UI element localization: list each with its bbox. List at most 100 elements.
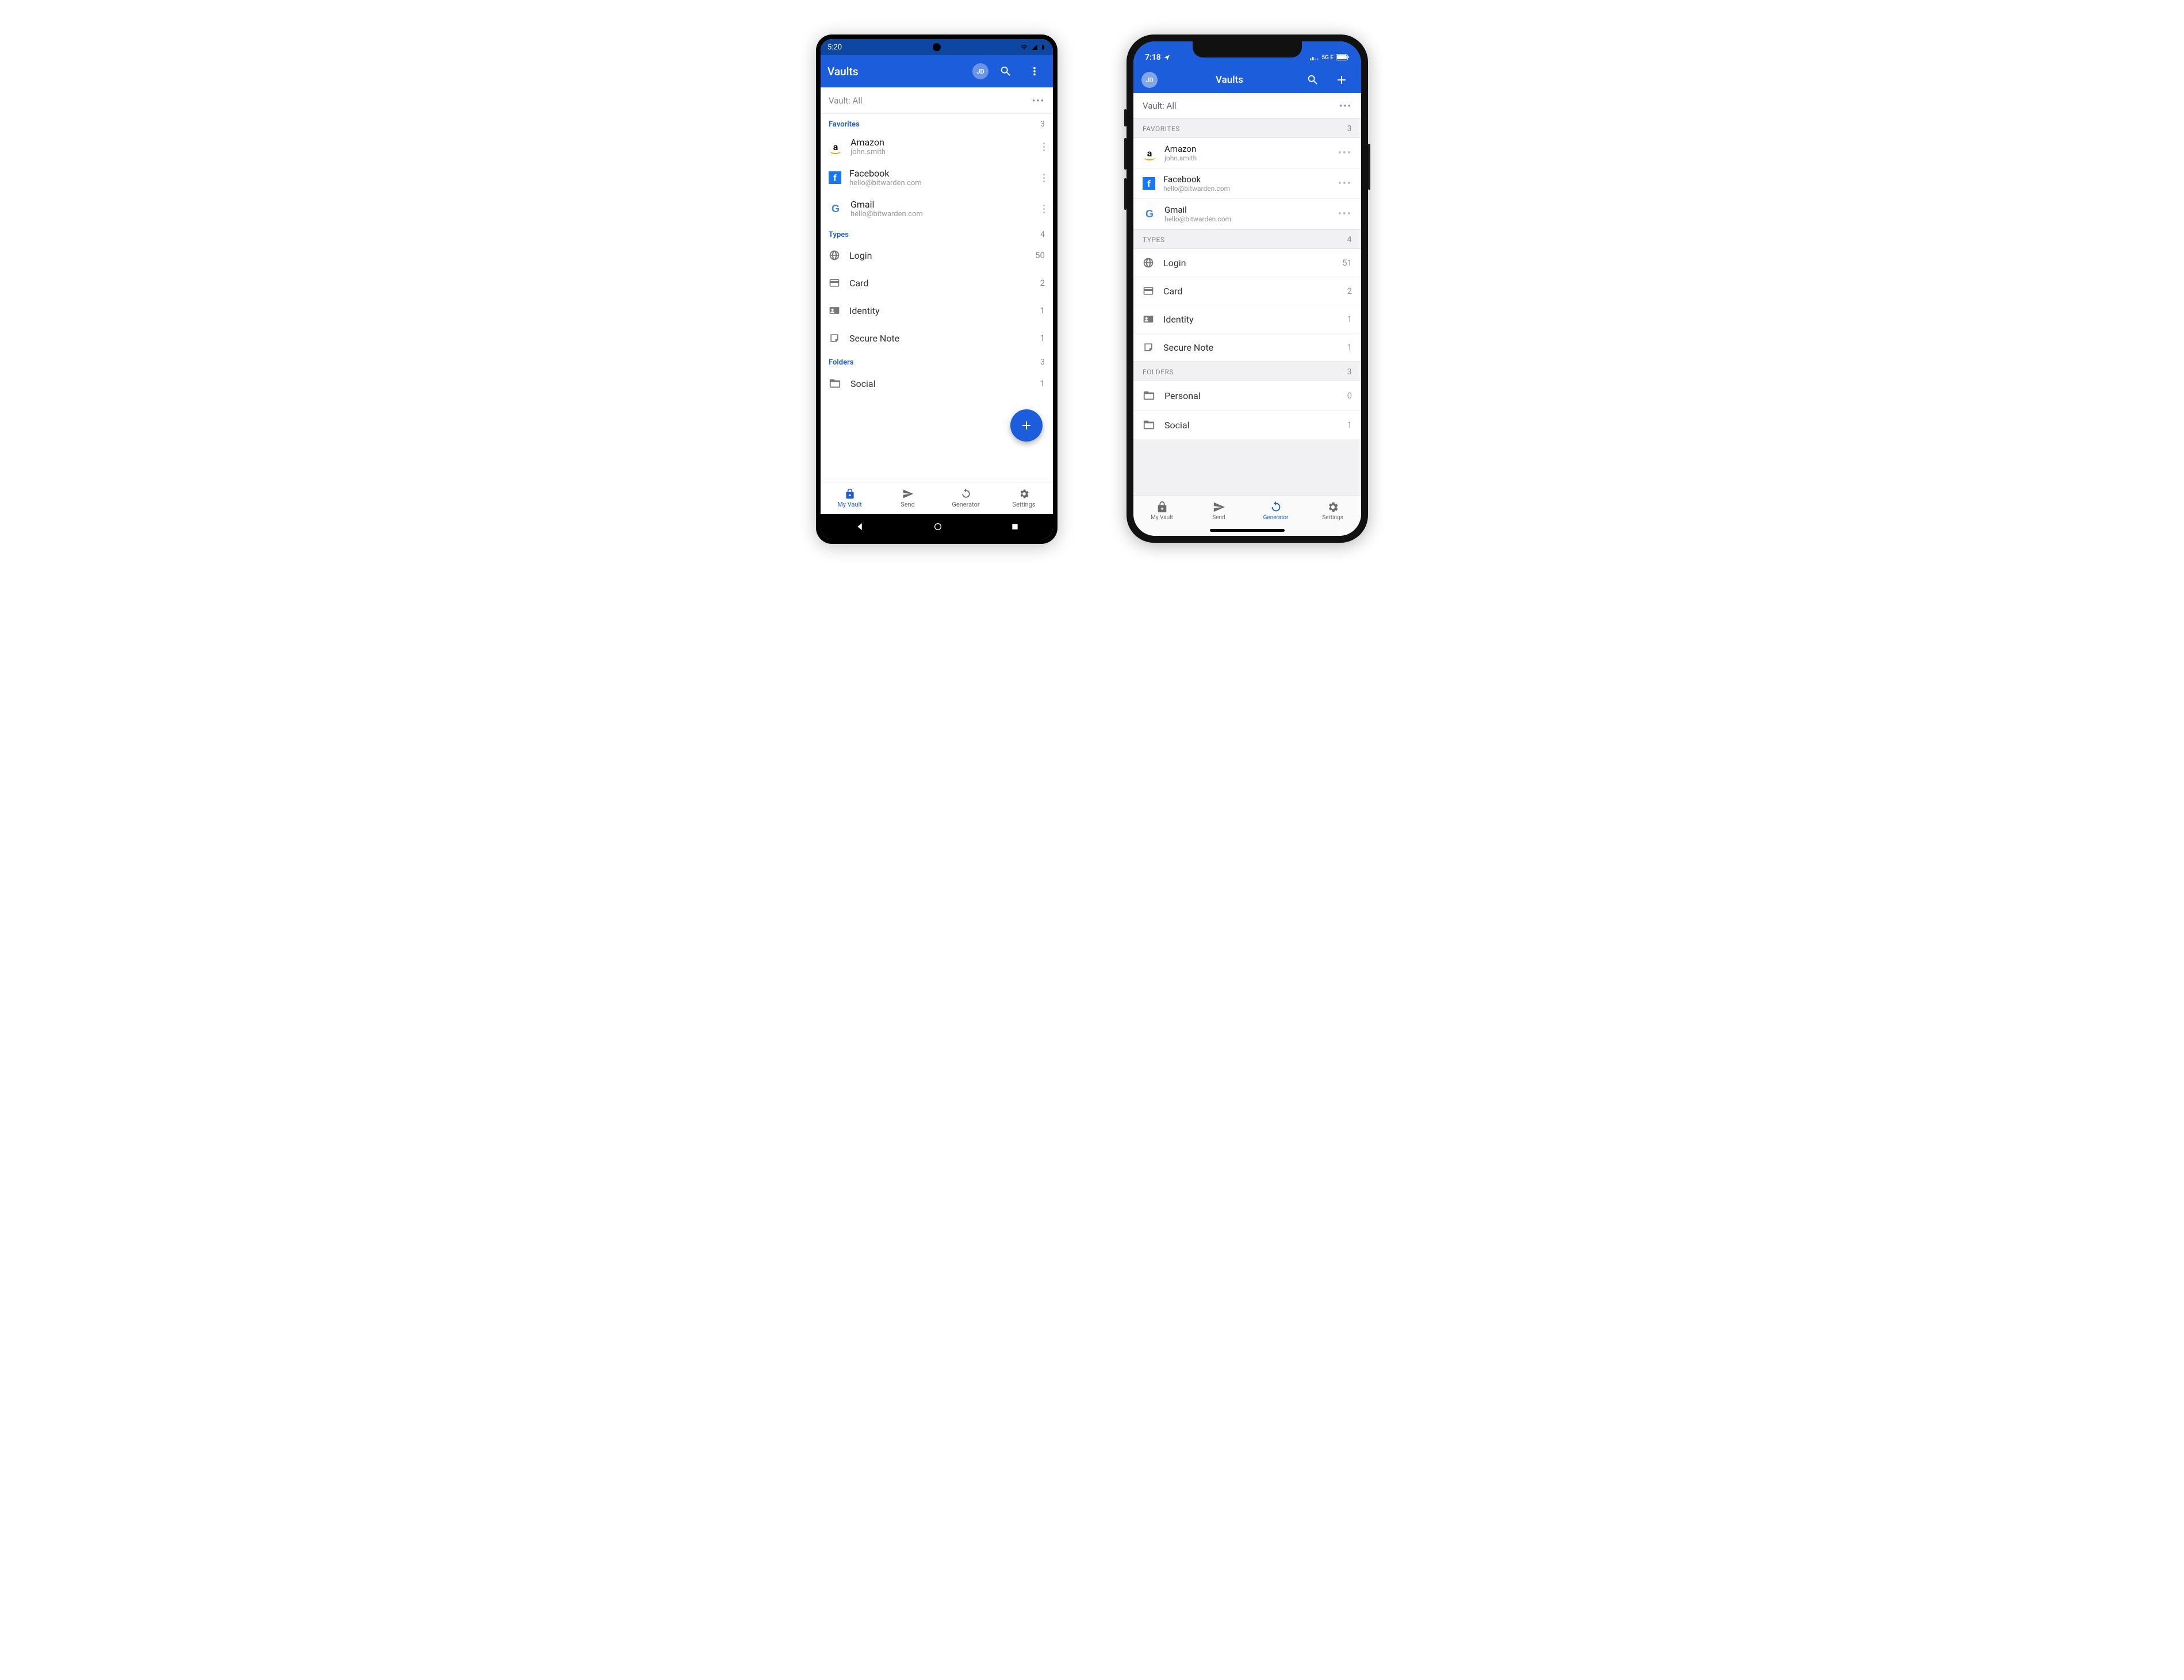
item-options-button[interactable]: ••• — [1338, 178, 1352, 190]
nav-generator[interactable]: Generator — [937, 482, 995, 514]
type-count: 1 — [1347, 314, 1352, 324]
section-types-header: Types 4 — [821, 224, 1053, 241]
section-title: TYPES — [1143, 236, 1164, 244]
home-softkey[interactable] — [933, 522, 942, 531]
battery-icon — [1336, 54, 1350, 61]
type-count: 1 — [1347, 342, 1352, 352]
nav-label: My Vault — [837, 501, 862, 508]
type-card[interactable]: Card 2 — [1133, 277, 1361, 305]
item-options-button[interactable] — [1043, 143, 1045, 151]
tab-label: Generator — [1263, 515, 1289, 521]
notch — [1193, 41, 1302, 57]
item-options-button[interactable] — [1043, 205, 1045, 213]
nav-settings[interactable]: Settings — [995, 482, 1053, 514]
gear-icon — [1018, 488, 1030, 500]
search-icon — [999, 65, 1012, 78]
content-scroll[interactable]: Vault: All ••• Favorites 3 a Amazon john… — [821, 87, 1053, 482]
home-indicator[interactable] — [1210, 529, 1285, 532]
type-secure-note[interactable]: Secure Note 1 — [821, 324, 1053, 352]
folder-name: Social — [1164, 420, 1189, 431]
type-card[interactable]: Card 2 — [821, 269, 1053, 297]
tab-send[interactable]: Send — [1190, 496, 1247, 526]
type-secure-note[interactable]: Secure Note 1 — [1133, 333, 1361, 362]
type-name: Secure Note — [1163, 342, 1213, 353]
type-name: Card — [849, 278, 868, 289]
facebook-icon: f — [1143, 177, 1155, 190]
folder-social[interactable]: Social 1 — [821, 369, 1053, 398]
signal-icon — [1310, 55, 1319, 60]
item-name: Amazon — [1164, 144, 1330, 154]
tab-my-vault[interactable]: My Vault — [1133, 496, 1190, 526]
plus-icon — [1020, 419, 1033, 432]
back-softkey[interactable] — [855, 521, 865, 532]
type-name: Login — [1163, 258, 1186, 269]
search-icon — [1306, 74, 1319, 86]
recents-softkey[interactable] — [1011, 523, 1019, 531]
signal-icon — [1030, 44, 1039, 51]
folder-name: Personal — [1164, 390, 1201, 401]
plus-icon — [1335, 73, 1348, 87]
item-subtitle: hello@bitwarden.com — [850, 210, 1035, 218]
app-bar: Vaults JD — [821, 55, 1053, 87]
section-types-header: TYPES 4 — [1133, 229, 1361, 249]
item-options-button[interactable]: ••• — [1338, 147, 1352, 159]
filter-more-icon[interactable]: ••• — [1339, 101, 1352, 111]
type-login[interactable]: Login 50 — [821, 241, 1053, 269]
globe-icon — [1143, 257, 1154, 269]
add-button[interactable] — [1330, 68, 1353, 91]
page-title: Vaults — [827, 65, 967, 78]
vault-item-facebook[interactable]: f Facebook hello@bitwarden.com — [821, 162, 1053, 193]
type-identity[interactable]: Identity 1 — [821, 297, 1053, 324]
tab-generator[interactable]: Generator — [1247, 496, 1304, 526]
android-device-frame: 5:20 Vaults JD Vault: All ••• — [816, 34, 1057, 544]
section-count: 3 — [1347, 124, 1352, 133]
folder-count: 1 — [1040, 378, 1045, 389]
nav-send[interactable]: Send — [879, 482, 937, 514]
amazon-icon: a — [1143, 146, 1156, 160]
section-title: FAVORITES — [1143, 125, 1180, 133]
tab-label: Send — [1212, 515, 1225, 521]
add-item-fab[interactable] — [1010, 409, 1043, 442]
type-name: Identity — [849, 305, 880, 316]
vault-filter-row[interactable]: Vault: All ••• — [821, 87, 1053, 114]
identity-icon — [1143, 313, 1154, 325]
type-identity[interactable]: Identity 1 — [1133, 305, 1361, 333]
network-label: 5G E — [1321, 55, 1334, 61]
lock-icon — [844, 488, 856, 500]
item-options-button[interactable] — [1043, 174, 1045, 182]
vault-item-gmail[interactable]: G Gmail hello@bitwarden.com ••• — [1133, 199, 1361, 229]
vault-item-amazon[interactable]: a Amazon john.smith — [821, 131, 1053, 162]
item-name: Gmail — [1164, 205, 1330, 215]
nav-my-vault[interactable]: My Vault — [821, 482, 879, 514]
vault-item-gmail[interactable]: G Gmail hello@bitwarden.com — [821, 193, 1053, 224]
folder-personal[interactable]: Personal 0 — [1133, 381, 1361, 411]
type-count: 1 — [1040, 305, 1045, 316]
refresh-icon — [1270, 501, 1282, 513]
android-screen: 5:20 Vaults JD Vault: All ••• — [821, 39, 1053, 539]
vault-filter-row[interactable]: Vault: All ••• — [1133, 93, 1361, 118]
folder-open-icon — [829, 377, 841, 390]
section-favorites-header: FAVORITES 3 — [1133, 118, 1361, 138]
tab-label: My Vault — [1151, 515, 1173, 521]
filter-more-icon[interactable]: ••• — [1032, 95, 1045, 106]
search-button[interactable] — [994, 60, 1017, 83]
item-options-button[interactable]: ••• — [1338, 208, 1352, 220]
folder-social[interactable]: Social 1 — [1133, 411, 1361, 440]
folder-open-icon — [1143, 389, 1155, 402]
search-button[interactable] — [1301, 68, 1324, 91]
tab-label: Settings — [1322, 515, 1343, 521]
overflow-menu-button[interactable] — [1023, 60, 1046, 83]
type-login[interactable]: Login 51 — [1133, 249, 1361, 277]
battery-icon — [1040, 43, 1046, 52]
account-avatar[interactable]: JD — [1141, 72, 1158, 88]
vault-item-amazon[interactable]: a Amazon john.smith ••• — [1133, 138, 1361, 168]
content-scroll[interactable]: Vault: All ••• FAVORITES 3 a Amazon john… — [1133, 93, 1361, 496]
tab-settings[interactable]: Settings — [1304, 496, 1361, 526]
type-name: Login — [849, 250, 872, 261]
type-count: 2 — [1347, 286, 1352, 296]
vault-item-facebook[interactable]: f Facebook hello@bitwarden.com ••• — [1133, 168, 1361, 199]
account-avatar[interactable]: JD — [972, 63, 988, 79]
gmail-icon: G — [829, 202, 842, 216]
refresh-icon — [960, 488, 972, 500]
nav-label: Generator — [952, 501, 979, 508]
